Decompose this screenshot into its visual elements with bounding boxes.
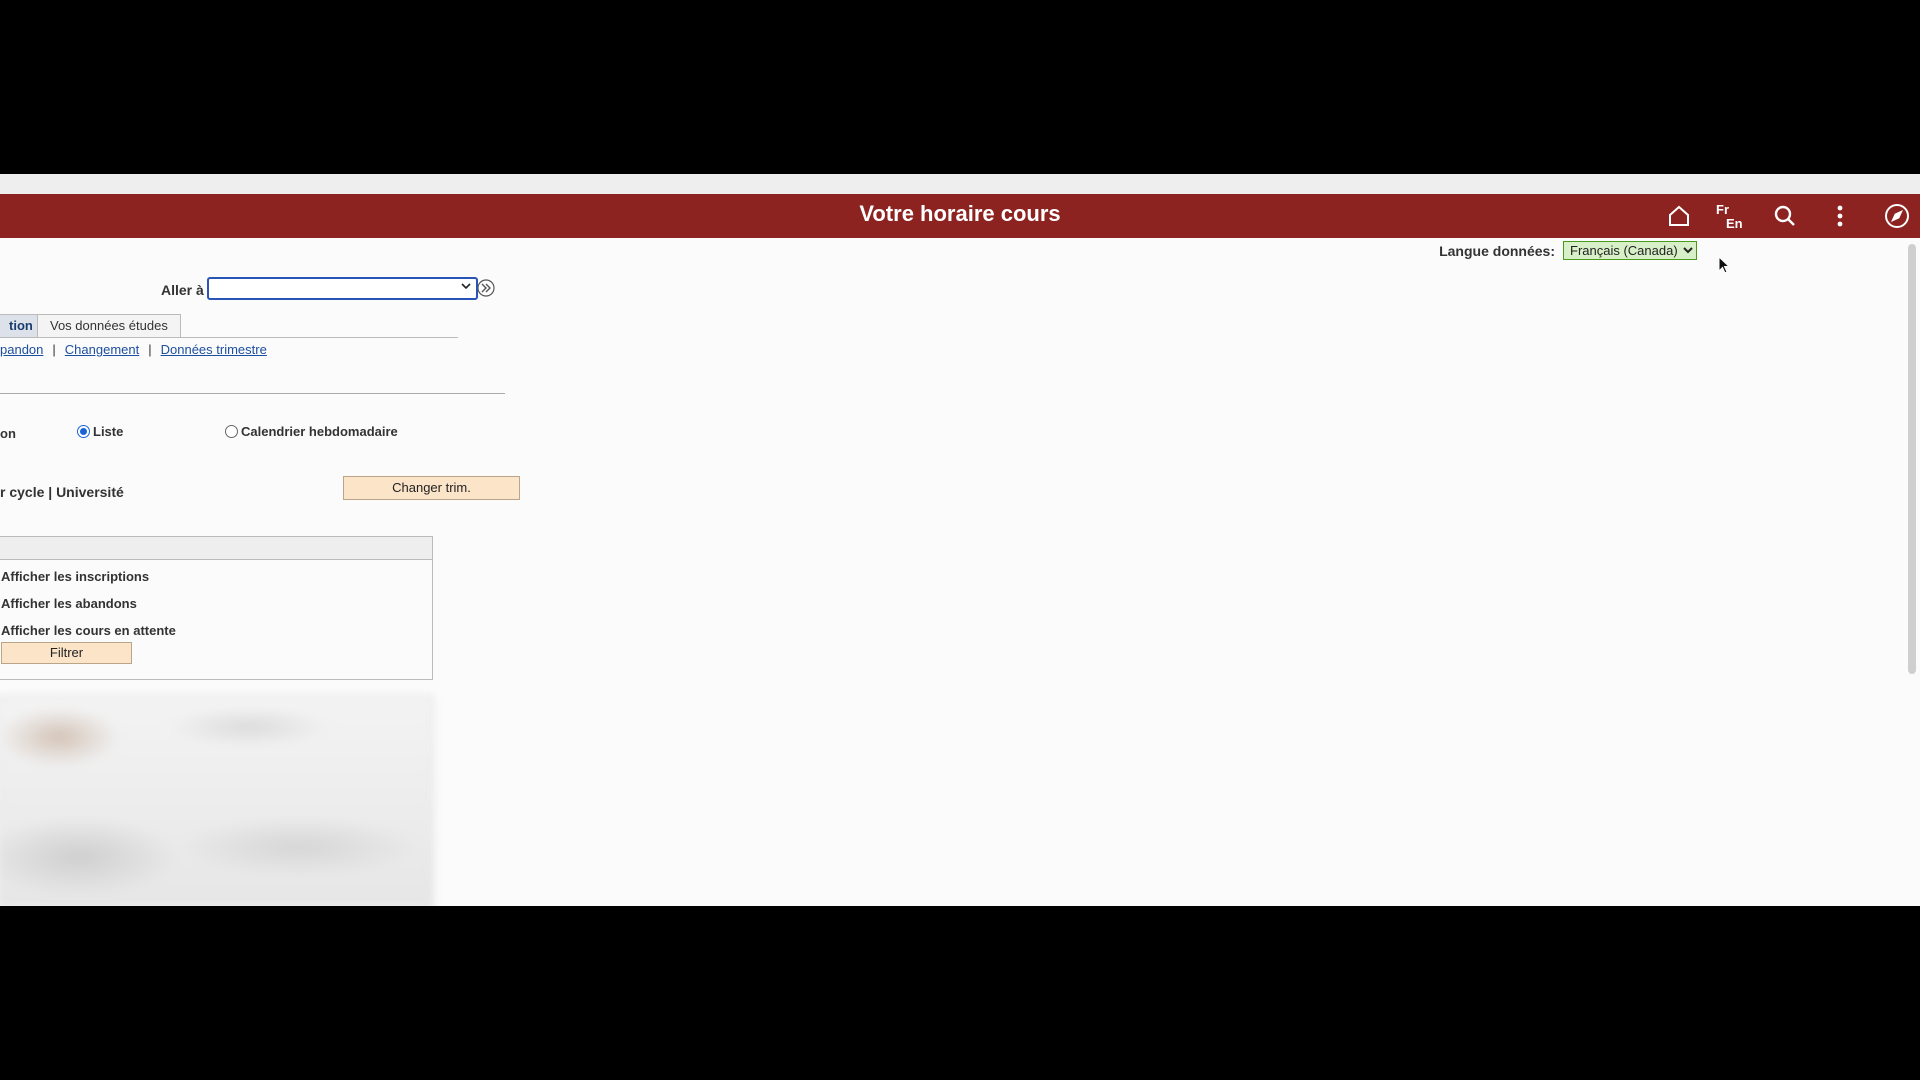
page-title: Votre horaire cours [859, 201, 1061, 226]
mouse-cursor-icon [1718, 255, 1731, 279]
vertical-scrollbar[interactable] [1908, 244, 1916, 674]
header-banner: Votre horaire cours Fr En [0, 194, 1920, 238]
tab-bar: tion Vos données études [0, 314, 458, 338]
view-label: on [0, 426, 16, 441]
radio-calendar-label: Calendrier hebdomadaire [241, 424, 398, 439]
screen: Votre horaire cours Fr En Langue données… [0, 0, 1920, 1080]
language-toggle-icon[interactable]: Fr En [1714, 200, 1746, 232]
filter-show-enrolled[interactable]: Afficher les inscriptions [1, 569, 149, 584]
tab-study-data[interactable]: Vos données études [37, 314, 181, 337]
sub-navigation: pandon | Changement | Données trimestre [0, 342, 267, 357]
goto-go-button[interactable] [477, 279, 495, 302]
link-change[interactable]: Changement [65, 342, 139, 357]
filter-panel: Afficher les inscriptions Afficher les a… [0, 536, 433, 680]
home-icon[interactable] [1663, 200, 1695, 232]
goto-label: Aller à [161, 282, 204, 298]
browser-toolbar-strip [0, 174, 1920, 194]
separator: | [52, 342, 56, 357]
term-info: r cycle | Université [0, 484, 124, 500]
chevron-down-icon [461, 283, 471, 290]
view-options: on Liste Calendrier hebdomadaire [0, 424, 520, 448]
more-vert-icon[interactable] [1824, 200, 1856, 232]
link-abandon[interactable]: pandon [0, 342, 43, 357]
data-language-select[interactable]: Français (Canada) [1563, 241, 1697, 260]
radio-calendar-option[interactable]: Calendrier hebdomadaire [225, 424, 398, 439]
filter-panel-header [0, 537, 432, 560]
change-term-button[interactable]: Changer trim. [343, 476, 520, 500]
radio-list-label: Liste [93, 424, 124, 439]
link-term-data[interactable]: Données trimestre [161, 342, 267, 357]
app-window: Votre horaire cours Fr En Langue données… [0, 194, 1920, 906]
data-language-label: Langue données: [1439, 242, 1555, 259]
double-chevron-right-icon [477, 279, 495, 297]
section-divider [0, 393, 505, 394]
radio-calendar[interactable] [225, 425, 238, 438]
svg-text:Fr: Fr [1716, 202, 1729, 217]
radio-list[interactable] [77, 425, 90, 438]
blurred-schedule-table [0, 696, 433, 906]
filter-button[interactable]: Filtrer [1, 642, 132, 664]
radio-list-option[interactable]: Liste [77, 424, 123, 439]
compass-icon[interactable] [1881, 200, 1913, 232]
goto-select[interactable] [207, 277, 478, 300]
svg-text:En: En [1726, 216, 1743, 231]
data-language-row: Langue données: Français (Canada) [1439, 241, 1697, 260]
search-icon[interactable] [1769, 200, 1801, 232]
filter-show-waitlisted[interactable]: Afficher les cours en attente [1, 623, 176, 638]
filter-show-dropped[interactable]: Afficher les abandons [1, 596, 137, 611]
separator: | [148, 342, 152, 357]
